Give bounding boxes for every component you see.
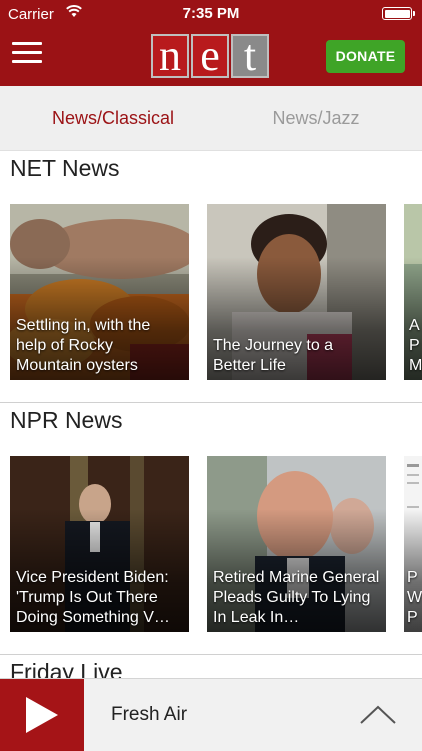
logo-tile-n: n [151, 34, 189, 78]
tab-news-classical[interactable]: News/Classical [0, 86, 226, 150]
station-tabs: News/Classical News/Jazz [0, 86, 422, 151]
story-caption: Vice President Biden: 'Trump Is Out Ther… [16, 569, 170, 626]
top-bar: Carrier 7:35 PM n e t DONATE [0, 0, 422, 86]
logo-tile-e: e [191, 34, 229, 78]
logo-tile-t: t [231, 34, 269, 78]
section-divider [0, 654, 422, 655]
section-title-npr-news: NPR News [10, 407, 123, 433]
donate-button[interactable]: DONATE [326, 40, 405, 73]
story-card[interactable]: The Journey to a Better Life [207, 204, 386, 380]
chevron-up-icon[interactable] [358, 701, 398, 727]
battery-icon [382, 7, 415, 20]
play-icon [26, 697, 58, 733]
story-card[interactable]: Retired Marine General Pleads Guilty To … [207, 456, 386, 632]
clock: 7:35 PM [182, 5, 240, 22]
story-card[interactable]: A P M [404, 204, 422, 380]
section-divider [0, 402, 422, 403]
hamburger-menu-icon[interactable] [12, 42, 42, 68]
story-caption: Settling in, with the help of Rocky Moun… [16, 317, 151, 374]
story-card[interactable]: P W P [404, 456, 422, 632]
story-caption: The Journey to a Better Life [213, 337, 334, 374]
play-button[interactable] [0, 679, 84, 751]
tab-news-jazz[interactable]: News/Jazz [226, 86, 406, 150]
section-title-net-news: NET News [10, 155, 120, 181]
audio-player-bar: Fresh Air [0, 678, 422, 751]
story-caption: P W P [407, 569, 422, 626]
now-playing-title: Fresh Air [111, 704, 188, 725]
status-bar: Carrier 7:35 PM [0, 0, 422, 28]
story-card[interactable]: Vice President Biden: 'Trump Is Out Ther… [10, 456, 189, 632]
net-logo: n e t [151, 34, 271, 78]
story-card[interactable]: Settling in, with the help of Rocky Moun… [10, 204, 189, 380]
story-caption: Retired Marine General Pleads Guilty To … [213, 569, 380, 626]
story-caption: A P M [409, 317, 422, 374]
